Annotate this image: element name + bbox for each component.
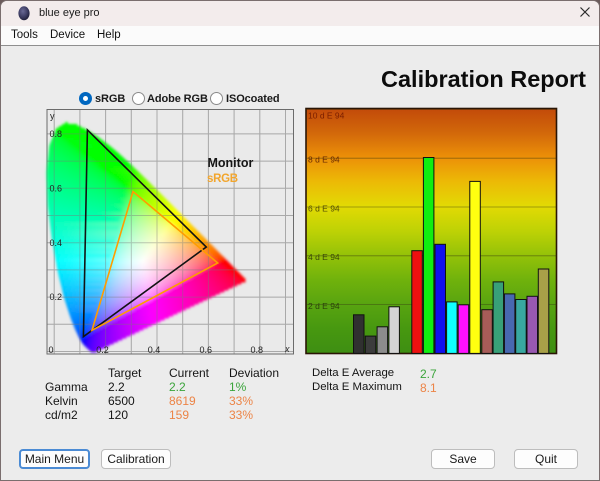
svg-text:0.6: 0.6: [199, 345, 212, 355]
svg-text:0.8: 0.8: [251, 345, 264, 355]
svg-text:y: y: [50, 111, 55, 121]
svg-text:0.4: 0.4: [50, 238, 63, 248]
svg-text:0.6: 0.6: [50, 183, 63, 193]
svg-text:8 d E 94: 8 d E 94: [308, 155, 340, 165]
svg-text:4 d E 94: 4 d E 94: [308, 252, 340, 262]
svg-text:0.4: 0.4: [148, 345, 161, 355]
svg-text:2 d E 94: 2 d E 94: [308, 301, 340, 311]
svg-text:sRGB: sRGB: [207, 173, 238, 185]
svg-text:6 d E 94: 6 d E 94: [308, 203, 340, 213]
svg-text:x: x: [284, 344, 290, 354]
svg-text:0.2: 0.2: [50, 292, 63, 302]
svg-text:10 d E 94: 10 d E 94: [308, 111, 345, 121]
svg-text:Monitor: Monitor: [208, 156, 254, 170]
svg-text:0: 0: [48, 345, 53, 355]
svg-text:0.8: 0.8: [50, 129, 63, 139]
svg-text:0.2: 0.2: [96, 345, 109, 355]
